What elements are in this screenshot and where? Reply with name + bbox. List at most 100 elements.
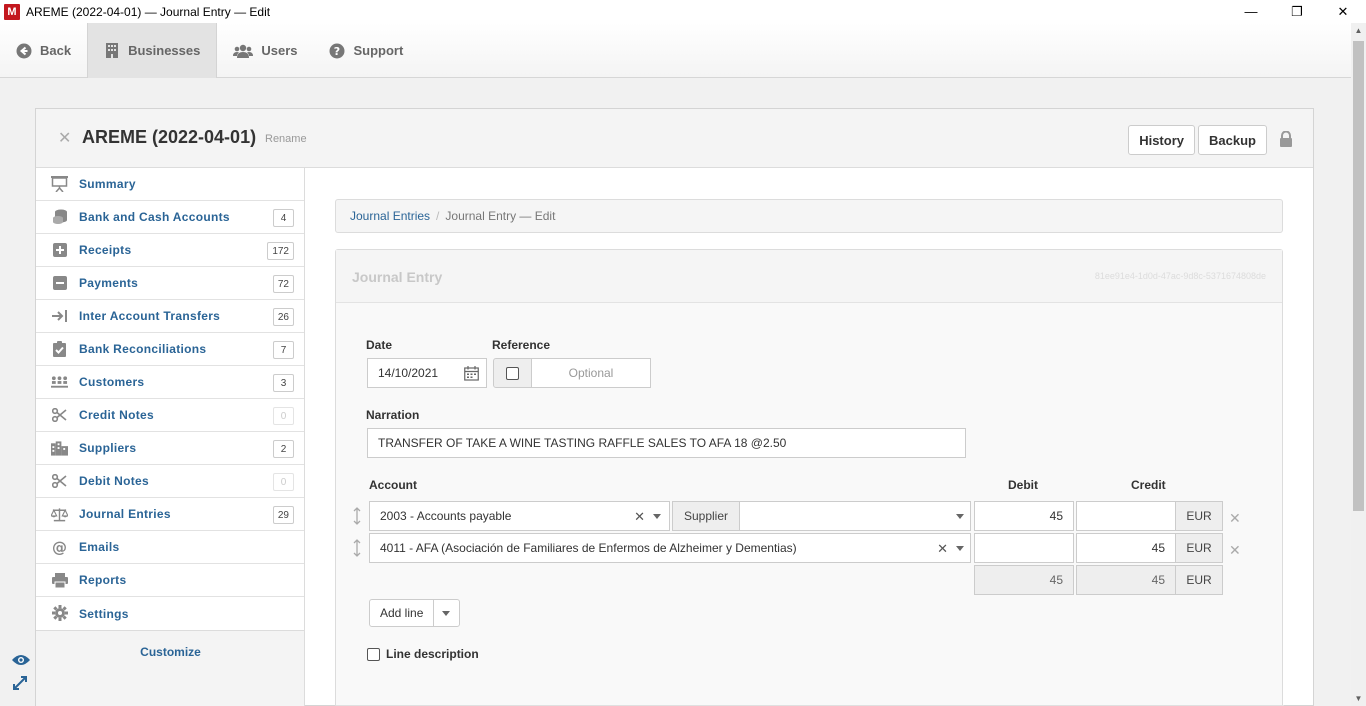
- lock-icon[interactable]: [1279, 130, 1293, 147]
- back-button[interactable]: Back: [0, 23, 87, 78]
- add-line-dropdown[interactable]: [434, 600, 459, 626]
- sidebar-count-badge: 7: [273, 341, 294, 359]
- date-input[interactable]: 14/10/2021: [367, 358, 487, 388]
- sidebar-item-customers[interactable]: Customers 3: [36, 366, 304, 399]
- sidebar-item-credit-notes[interactable]: Credit Notes 0: [36, 399, 304, 432]
- sidebar-item-payments[interactable]: Payments 72: [36, 267, 304, 300]
- journal-entry-title: Journal Entry: [352, 269, 443, 285]
- clear-selection-icon[interactable]: ✕: [634, 509, 645, 525]
- line-2-credit-input[interactable]: 45: [1076, 533, 1176, 563]
- svg-text:@: @: [52, 540, 67, 555]
- plus-square-icon: [51, 242, 68, 258]
- line-description-option[interactable]: Line description: [367, 647, 479, 661]
- sidebar-count-badge: 0: [273, 473, 294, 491]
- history-button[interactable]: History: [1128, 125, 1195, 155]
- debit-column-header: Debit: [1008, 478, 1038, 492]
- sidebar-item-label: Reports: [79, 573, 127, 587]
- transfer-icon: [51, 308, 68, 324]
- nav-support-label: Support: [353, 43, 404, 58]
- line-1-supplier-select[interactable]: [739, 501, 971, 531]
- chevron-down-icon[interactable]: [956, 514, 964, 519]
- close-window-button[interactable]: ✕: [1320, 0, 1366, 23]
- question-circle-icon: ?: [329, 43, 345, 59]
- page-scrollbar[interactable]: ▲ ▼: [1351, 23, 1366, 706]
- nav-businesses[interactable]: Businesses: [87, 23, 218, 78]
- customers-icon: [51, 374, 68, 390]
- line-description-checkbox[interactable]: [367, 647, 380, 661]
- line-1-debit-input[interactable]: 45: [974, 501, 1074, 531]
- expand-icon[interactable]: [13, 676, 27, 690]
- journal-entry-header: Journal Entry 81ee91e4-1d0d-47ac-9d8c-53…: [336, 250, 1282, 303]
- sidebar-item-summary[interactable]: Summary: [36, 168, 304, 201]
- sidebar-item-journal-entries[interactable]: Journal Entries 29: [36, 498, 304, 531]
- eye-icon[interactable]: [12, 654, 30, 668]
- clear-selection-icon[interactable]: ✕: [937, 541, 948, 557]
- supplier-addon: Supplier: [672, 501, 740, 531]
- scroll-up-arrow-icon[interactable]: ▲: [1351, 23, 1366, 38]
- total-credit: 45: [1076, 565, 1176, 595]
- line-2-debit-input[interactable]: [974, 533, 1074, 563]
- sidebar-item-label: Receipts: [79, 243, 132, 257]
- nav-users[interactable]: Users: [217, 23, 313, 78]
- line-2-account-select[interactable]: 4011 - AFA (Asociación de Familiares de …: [369, 533, 971, 563]
- building-icon: [104, 43, 120, 59]
- sidebar-item-settings[interactable]: Settings: [36, 597, 304, 630]
- chevron-down-icon[interactable]: [653, 514, 661, 519]
- business-header: ✕ AREME (2022-04-01) Rename History Back…: [36, 109, 1313, 168]
- reference-label: Reference: [492, 338, 551, 352]
- sidebar-item-label: Debit Notes: [79, 474, 149, 488]
- narration-label: Narration: [366, 408, 420, 422]
- sidebar-item-label: Bank Reconciliations: [79, 342, 207, 356]
- restore-button[interactable]: ❐: [1274, 0, 1320, 23]
- sidebar-item-label: Suppliers: [79, 441, 137, 455]
- minimize-button[interactable]: —: [1228, 0, 1274, 23]
- minus-square-icon: [51, 275, 68, 291]
- factory-icon: [51, 440, 68, 456]
- sidebar-item-bank-reconciliations[interactable]: Bank Reconciliations 7: [36, 333, 304, 366]
- sidebar-item-receipts[interactable]: Receipts 172: [36, 234, 304, 267]
- sidebar-item-reports[interactable]: Reports: [36, 564, 304, 597]
- sidebar-item-emails[interactable]: @ Emails: [36, 531, 304, 564]
- reference-input[interactable]: Optional: [531, 358, 651, 388]
- line-description-label: Line description: [386, 647, 479, 661]
- sidebar-item-debit-notes[interactable]: Debit Notes 0: [36, 465, 304, 498]
- date-label: Date: [366, 338, 393, 352]
- line-1-account-select[interactable]: 2003 - Accounts payable ✕: [369, 501, 670, 531]
- sidebar-count-badge: 26: [272, 308, 294, 326]
- window-titlebar: M AREME (2022-04-01) — Journal Entry — E…: [0, 0, 1366, 23]
- total-debit-value: 45: [1049, 573, 1063, 587]
- sidebar-item-label: Journal Entries: [79, 507, 171, 521]
- sidebar-count-badge: 172: [267, 242, 294, 260]
- total-currency: EUR: [1175, 565, 1223, 595]
- narration-input[interactable]: TRANSFER OF TAKE A WINE TASTING RAFFLE S…: [367, 428, 966, 458]
- customize-link[interactable]: Customize: [36, 645, 305, 659]
- sidebar-item-inter-account-transfers[interactable]: Inter Account Transfers 26: [36, 300, 304, 333]
- backup-button[interactable]: Backup: [1198, 125, 1267, 155]
- scroll-down-arrow-icon[interactable]: ▼: [1351, 691, 1366, 706]
- scroll-thumb[interactable]: [1353, 41, 1364, 511]
- clipboard-check-icon: [51, 341, 68, 357]
- sidebar-item-suppliers[interactable]: Suppliers 2: [36, 432, 304, 465]
- window-controls: — ❐ ✕: [1228, 0, 1366, 23]
- drag-handle-icon[interactable]: [352, 539, 362, 557]
- at-icon: @: [51, 539, 68, 555]
- remove-line-icon[interactable]: ✕: [1229, 542, 1241, 559]
- sidebar-menu: Summary Bank and Cash Accounts 4 Receipt…: [36, 168, 305, 631]
- rename-link[interactable]: Rename: [265, 133, 307, 145]
- reference-checkbox[interactable]: [506, 366, 519, 380]
- sidebar-item-label: Credit Notes: [79, 408, 154, 422]
- close-business-icon[interactable]: ✕: [58, 128, 71, 148]
- sidebar-item-bank-and-cash-accounts[interactable]: Bank and Cash Accounts 4: [36, 201, 304, 234]
- chevron-down-icon[interactable]: [956, 546, 964, 551]
- users-icon: [233, 43, 254, 59]
- remove-line-icon[interactable]: ✕: [1229, 510, 1241, 527]
- breadcrumb-journal-entries[interactable]: Journal Entries: [350, 209, 430, 223]
- line-1-currency: EUR: [1175, 501, 1223, 531]
- drag-handle-icon[interactable]: [352, 507, 362, 525]
- line-1-credit-input[interactable]: [1076, 501, 1176, 531]
- nav-support[interactable]: ? Support: [313, 23, 419, 78]
- total-debit: 45: [974, 565, 1074, 595]
- add-line-button[interactable]: Add line: [370, 600, 435, 626]
- date-value: 14/10/2021: [378, 366, 439, 380]
- calendar-icon[interactable]: [464, 366, 479, 384]
